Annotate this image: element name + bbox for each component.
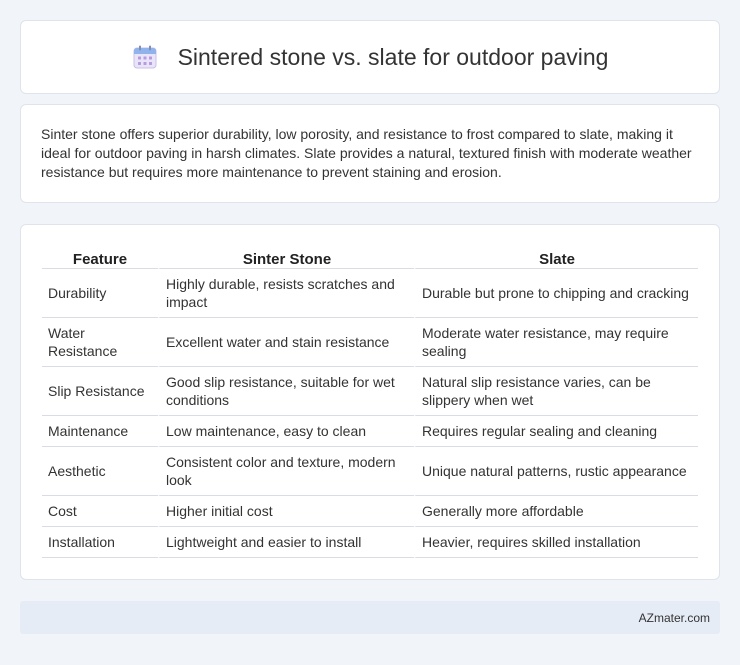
- table-row: Installation Lightweight and easier to i…: [42, 527, 698, 558]
- row-feature: Cost: [42, 496, 158, 527]
- table-row: Water Resistance Excellent water and sta…: [42, 318, 698, 367]
- row-feature: Durability: [42, 269, 158, 318]
- comparison-table: Feature Sinter Stone Slate Durability Hi…: [42, 245, 698, 558]
- row-sinter-stone: Consistent color and texture, modern loo…: [158, 447, 414, 496]
- row-slate: Durable but prone to chipping and cracki…: [414, 269, 698, 318]
- row-slate: Moderate water resistance, may require s…: [414, 318, 698, 367]
- row-sinter-stone: Good slip resistance, suitable for wet c…: [158, 367, 414, 416]
- footer: AZmater.com: [20, 601, 720, 634]
- calendar-icon: [133, 45, 157, 69]
- row-sinter-stone: Low maintenance, easy to clean: [158, 416, 414, 447]
- table-row: Aesthetic Consistent color and texture, …: [42, 447, 698, 496]
- row-feature: Slip Resistance: [42, 367, 158, 416]
- comparison-card: Feature Sinter Stone Slate Durability Hi…: [20, 224, 720, 580]
- row-sinter-stone: Excellent water and stain resistance: [158, 318, 414, 367]
- row-feature: Installation: [42, 527, 158, 558]
- row-slate: Natural slip resistance varies, can be s…: [414, 367, 698, 416]
- table-row: Durability Highly durable, resists scrat…: [42, 269, 698, 318]
- title-wrap: Sintered stone vs. slate for outdoor pav…: [132, 43, 609, 71]
- row-slate: Heavier, requires skilled installation: [414, 527, 698, 558]
- row-feature: Aesthetic: [42, 447, 158, 496]
- row-feature: Maintenance: [42, 416, 158, 447]
- table-header-row: Feature Sinter Stone Slate: [42, 245, 698, 269]
- row-sinter-stone: Lightweight and easier to install: [158, 527, 414, 558]
- footer-site-link[interactable]: AZmater.com: [639, 611, 710, 625]
- header-feature: Feature: [42, 245, 158, 269]
- table-row: Cost Higher initial cost Generally more …: [42, 496, 698, 527]
- page-title: Sintered stone vs. slate for outdoor pav…: [177, 43, 609, 70]
- row-feature: Water Resistance: [42, 318, 158, 367]
- header-slate: Slate: [414, 245, 698, 269]
- row-sinter-stone: Higher initial cost: [158, 496, 414, 527]
- row-slate: Requires regular sealing and cleaning: [414, 416, 698, 447]
- table-row: Maintenance Low maintenance, easy to cle…: [42, 416, 698, 447]
- row-slate: Unique natural patterns, rustic appearan…: [414, 447, 698, 496]
- title-card: Sintered stone vs. slate for outdoor pav…: [20, 20, 720, 94]
- row-slate: Generally more affordable: [414, 496, 698, 527]
- summary-text: Sinter stone offers superior durability,…: [41, 126, 692, 181]
- summary-card: Sinter stone offers superior durability,…: [20, 104, 720, 203]
- table-row: Slip Resistance Good slip resistance, su…: [42, 367, 698, 416]
- header-sinter-stone: Sinter Stone: [158, 245, 414, 269]
- row-sinter-stone: Highly durable, resists scratches and im…: [158, 269, 414, 318]
